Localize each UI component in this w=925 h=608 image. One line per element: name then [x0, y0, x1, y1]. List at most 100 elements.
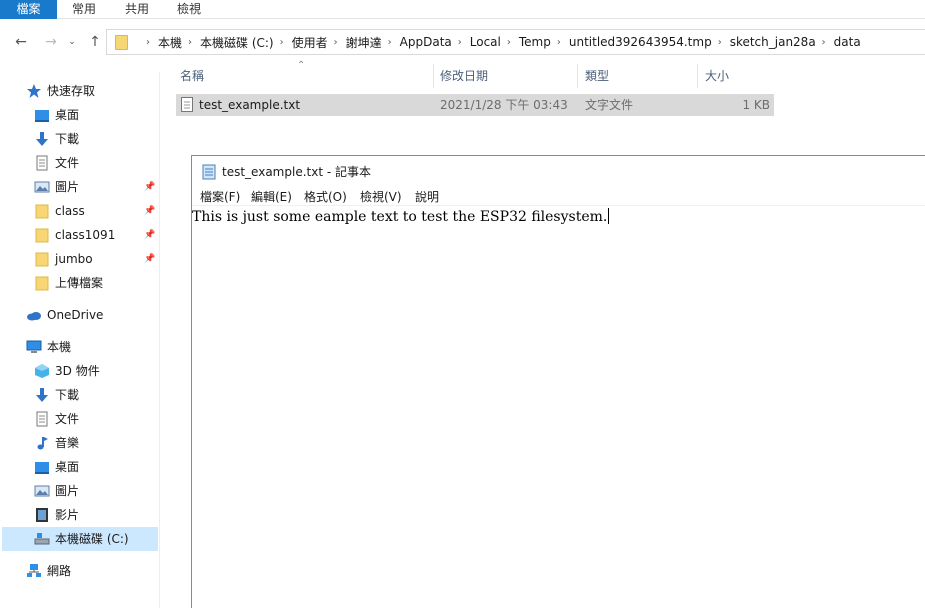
breadcrumb-sketch[interactable]: sketch_jan28a — [730, 35, 816, 49]
download-icon — [34, 131, 50, 147]
column-divider[interactable] — [697, 64, 698, 88]
sidebar-item-upload[interactable]: 上傳檔案 — [34, 271, 158, 295]
text-file-icon — [181, 97, 194, 113]
sidebar-item-jumbo[interactable]: jumbo — [34, 247, 158, 271]
file-size: 1 KB — [742, 98, 770, 112]
menu-file[interactable]: 檔案(F) — [200, 188, 240, 206]
sidebar-item-documents[interactable]: 文件 — [34, 151, 158, 175]
chevron-right-icon[interactable]: › — [388, 37, 392, 48]
pictures-icon — [34, 483, 50, 499]
navigation-bar: ← → ⌄ ↑ › 本機 › 本機磁碟 (C:) › 使用者 › 謝坤達 › A… — [0, 28, 925, 56]
video-icon — [34, 507, 50, 523]
notepad-window: test_example.txt - 記事本 檔案(F) 編輯(E) 格式(O)… — [191, 155, 925, 608]
sidebar-item-pc-pictures[interactable]: 圖片 — [34, 479, 158, 503]
network-icon — [26, 563, 42, 579]
3d-objects-icon — [34, 363, 50, 379]
pictures-icon — [34, 179, 50, 195]
breadcrumb-temp[interactable]: Temp — [519, 35, 551, 49]
chevron-right-icon[interactable]: › — [280, 37, 284, 48]
column-divider[interactable] — [433, 64, 434, 88]
window-title: test_example.txt - 記事本 — [222, 165, 371, 179]
folder-icon — [34, 251, 50, 267]
star-icon — [26, 83, 42, 99]
breadcrumb-data[interactable]: data — [834, 35, 861, 49]
chevron-right-icon[interactable]: › — [557, 37, 561, 48]
music-icon — [34, 435, 50, 451]
breadcrumb-this-pc[interactable]: 本機 — [158, 34, 182, 51]
chevron-right-icon[interactable]: › — [188, 37, 192, 48]
sidebar-item-desktop[interactable]: 桌面 — [34, 103, 158, 127]
tab-home[interactable]: 常用 — [61, 0, 107, 19]
sidebar-item-drive-c[interactable]: 本機磁碟 (C:) — [2, 527, 158, 551]
title-bar[interactable]: test_example.txt - 記事本 — [192, 156, 925, 188]
text-caret — [608, 208, 610, 224]
sidebar-item-pc-downloads[interactable]: 下載 — [34, 383, 158, 407]
sidebar-item-pc-documents[interactable]: 文件 — [34, 407, 158, 431]
download-icon — [34, 387, 50, 403]
breadcrumb-users[interactable]: 使用者 — [292, 34, 328, 51]
chevron-right-icon[interactable]: › — [146, 37, 150, 48]
recent-locations-chevron-down-icon[interactable]: ⌄ — [64, 28, 80, 56]
menu-view[interactable]: 檢視(V) — [360, 188, 402, 206]
chevron-right-icon[interactable]: › — [718, 37, 722, 48]
navigation-pane: 快速存取 桌面 📌 下載 📌 文件 📌 圖片 📌 class class1091… — [0, 72, 160, 608]
menu-help[interactable]: 說明 — [415, 188, 439, 206]
tab-view[interactable]: 檢視 — [166, 0, 212, 19]
drive-icon — [34, 531, 50, 547]
editor-content: This is just some eample text to test th… — [192, 209, 608, 225]
forward-button[interactable]: → — [40, 28, 62, 56]
sidebar-item-class[interactable]: class — [34, 199, 158, 223]
desktop-icon — [34, 107, 50, 123]
folder-icon — [34, 275, 50, 291]
ribbon-tabs: 檔案 常用 共用 檢視 — [0, 0, 925, 19]
column-header-modified[interactable]: 修改日期 — [440, 62, 575, 90]
breadcrumb-user[interactable]: 謝坤達 — [346, 34, 382, 51]
column-header-type[interactable]: 類型 — [585, 62, 695, 90]
folder-icon — [34, 203, 50, 219]
sidebar-item-network[interactable]: 網路 — [26, 559, 156, 583]
sidebar-item-3d-objects[interactable]: 3D 物件 — [34, 359, 158, 383]
computer-icon — [26, 339, 42, 355]
sidebar-item-onedrive[interactable]: OneDrive — [26, 303, 156, 327]
menu-edit[interactable]: 編輯(E) — [251, 188, 292, 206]
table-row[interactable]: test_example.txt 2021/1/28 下午 03:43 文字文件… — [176, 94, 774, 116]
address-bar[interactable]: › 本機 › 本機磁碟 (C:) › 使用者 › 謝坤達 › AppData ›… — [106, 29, 925, 55]
column-header-size[interactable]: 大小 — [705, 62, 775, 90]
back-button[interactable]: ← — [10, 28, 32, 56]
breadcrumb-drive-c[interactable]: 本機磁碟 (C:) — [200, 34, 274, 51]
sidebar-item-class1091[interactable]: class1091 — [34, 223, 158, 247]
tab-file[interactable]: 檔案 — [0, 0, 57, 19]
tab-share[interactable]: 共用 — [114, 0, 160, 19]
document-icon — [34, 411, 50, 427]
up-button[interactable]: ↑ — [84, 28, 106, 56]
text-editor[interactable]: This is just some eample text to test th… — [192, 208, 925, 608]
file-modified: 2021/1/28 下午 03:43 — [440, 98, 568, 112]
breadcrumb-tmp-folder[interactable]: untitled392643954.tmp — [569, 35, 712, 49]
chevron-right-icon[interactable]: › — [458, 37, 462, 48]
desktop-icon — [34, 459, 50, 475]
folder-icon — [115, 34, 128, 50]
breadcrumb: › 本機 › 本機磁碟 (C:) › 使用者 › 謝坤達 › AppData ›… — [115, 30, 861, 54]
notepad-icon — [202, 164, 216, 180]
sidebar-item-music[interactable]: 音樂 — [34, 431, 158, 455]
file-type: 文字文件 — [585, 98, 634, 112]
sidebar-item-videos[interactable]: 影片 — [34, 503, 158, 527]
folder-icon — [34, 227, 50, 243]
menu-bar: 檔案(F) 編輯(E) 格式(O) 檢視(V) 說明 — [192, 188, 925, 206]
cloud-icon — [26, 307, 42, 323]
sidebar-item-this-pc[interactable]: 本機 — [26, 335, 156, 359]
breadcrumb-appdata[interactable]: AppData — [400, 35, 452, 49]
sort-ascending-icon: ⌃ — [297, 60, 306, 71]
menu-format[interactable]: 格式(O) — [304, 188, 347, 206]
chevron-right-icon[interactable]: › — [507, 37, 511, 48]
document-icon — [34, 155, 50, 171]
breadcrumb-local[interactable]: Local — [470, 35, 501, 49]
chevron-right-icon[interactable]: › — [334, 37, 338, 48]
column-divider[interactable] — [577, 64, 578, 88]
sidebar-item-pc-desktop[interactable]: 桌面 — [34, 455, 158, 479]
sidebar-item-downloads[interactable]: 下載 — [34, 127, 158, 151]
sidebar-item-quick-access[interactable]: 快速存取 — [26, 79, 156, 103]
file-name: test_example.txt — [199, 98, 301, 112]
chevron-right-icon[interactable]: › — [822, 37, 826, 48]
sidebar-item-pictures[interactable]: 圖片 — [34, 175, 158, 199]
